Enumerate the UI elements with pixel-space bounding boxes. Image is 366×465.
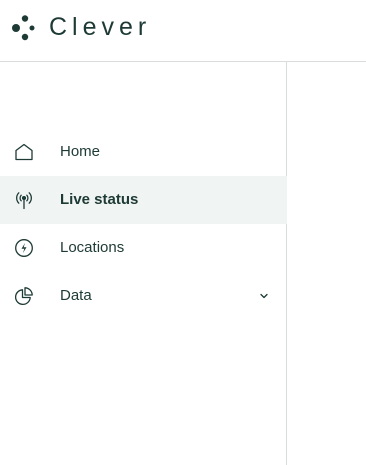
antenna-icon <box>14 190 34 210</box>
clever-logo-icon[interactable] <box>12 15 38 41</box>
sidebar-item-label: Home <box>60 143 101 160</box>
sidebar-item-locations[interactable]: Locations <box>0 224 287 272</box>
sidebar-item-live-status[interactable]: Live status <box>0 176 287 224</box>
sidebar-item-label: Data <box>60 287 92 304</box>
home-icon <box>14 142 34 162</box>
lightning-icon <box>14 238 34 258</box>
sidebar-item-home[interactable]: Home <box>0 128 287 176</box>
sidebar-item-label: Live status <box>60 191 139 208</box>
chevron-down-icon[interactable] <box>258 290 270 302</box>
sidebar-item-label: Locations <box>60 239 125 256</box>
sidebar-item-data[interactable]: Data <box>0 272 287 320</box>
top-bar: Clever <box>0 0 366 62</box>
brand-name[interactable]: Clever <box>49 11 151 43</box>
pie-chart-icon <box>14 286 34 306</box>
sidebar: Home Live status Locations Data <box>0 62 287 465</box>
